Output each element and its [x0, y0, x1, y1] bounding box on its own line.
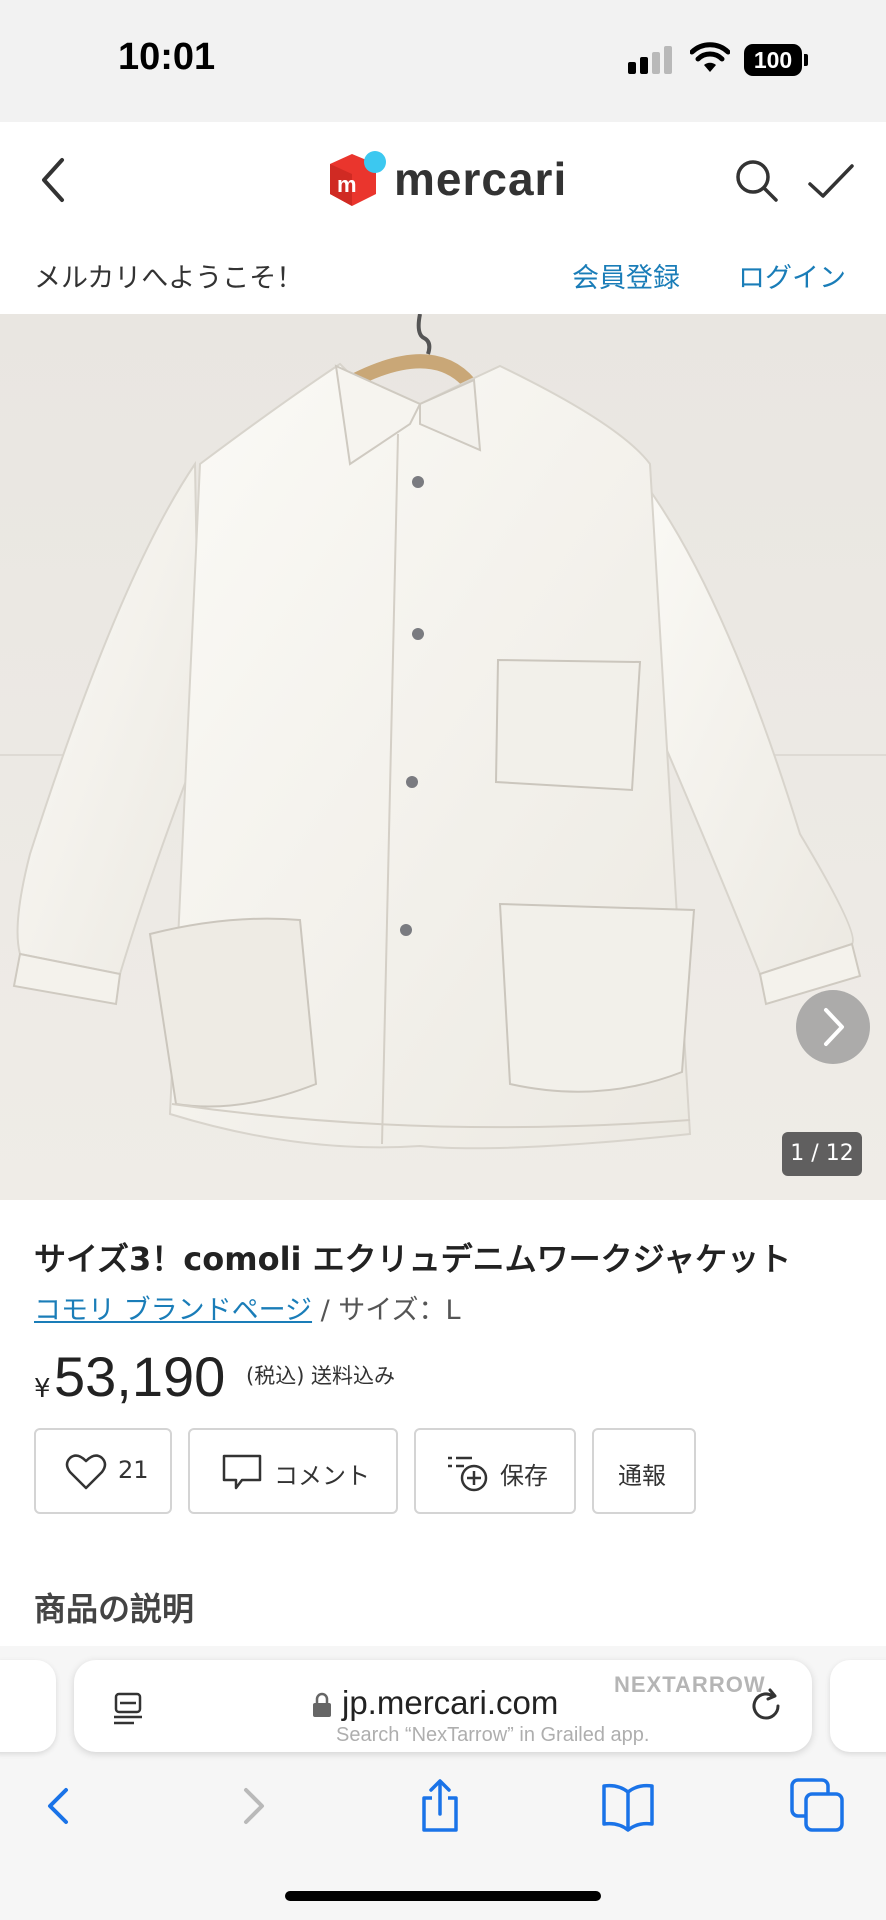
- report-button[interactable]: 通報: [592, 1428, 696, 1514]
- cellular-signal-icon: [628, 46, 674, 74]
- url-text[interactable]: jp.mercari.com: [342, 1684, 558, 1722]
- checkmark-icon[interactable]: [806, 156, 856, 206]
- watermark-caption: Search “NexTarrow” in Grailed app.: [336, 1724, 650, 1746]
- mercari-logo[interactable]: m mercari: [326, 148, 566, 212]
- add-to-list-icon: [448, 1456, 488, 1492]
- browser-forward-icon[interactable]: [222, 1776, 282, 1836]
- report-label: 通報: [618, 1462, 666, 1490]
- welcome-message: メルカリへようこそ！: [34, 263, 304, 294]
- status-bar: 10:01 100: [0, 0, 886, 122]
- svg-text:m: m: [337, 172, 357, 197]
- previous-tab-preview[interactable]: [0, 1660, 56, 1752]
- like-button[interactable]: 21: [34, 1428, 172, 1514]
- tax-shipping-note: (税込) 送料込み: [246, 1364, 396, 1388]
- app-header: m mercari: [0, 122, 886, 238]
- back-chevron-icon[interactable]: [30, 150, 80, 210]
- welcome-bar: メルカリへようこそ！ 会員登録 ログイン: [0, 238, 886, 314]
- heart-icon: [65, 1454, 107, 1490]
- next-image-button[interactable]: [796, 990, 870, 1064]
- product-title: サイズ3！comoli エクリュデニムワークジャケット: [34, 1240, 792, 1278]
- mercari-cube-logo: m: [330, 151, 386, 206]
- login-link[interactable]: ログイン: [738, 256, 846, 295]
- price-value: 53,190: [54, 1345, 226, 1408]
- tabs-icon[interactable]: [788, 1776, 848, 1836]
- next-tab-preview[interactable]: [830, 1660, 886, 1752]
- product-photo[interactable]: [0, 314, 886, 1200]
- status-time: 10:01: [118, 36, 216, 78]
- share-icon[interactable]: [410, 1776, 470, 1836]
- save-label: 保存: [500, 1462, 548, 1490]
- logo-wordmark: mercari: [394, 153, 568, 205]
- browser-back-icon[interactable]: [30, 1776, 90, 1836]
- bookmarks-icon[interactable]: [598, 1776, 658, 1836]
- home-indicator: [285, 1891, 601, 1901]
- comment-bubble-icon: [222, 1454, 262, 1490]
- save-button[interactable]: 保存: [414, 1428, 576, 1514]
- brand-page-link[interactable]: コモリ ブランドページ: [34, 1295, 312, 1326]
- search-icon[interactable]: [732, 156, 782, 206]
- lock-icon: [313, 1692, 331, 1717]
- chevron-right-icon: [824, 1008, 844, 1046]
- image-counter: 1 / 12: [782, 1132, 862, 1176]
- description-heading: 商品の説明: [34, 1590, 195, 1628]
- comment-label: コメント: [274, 1462, 370, 1490]
- currency-symbol: ¥: [34, 1374, 51, 1404]
- watermark-brand: NEXTARROW: [614, 1672, 766, 1697]
- brand-size-row: コモリ ブランドページ / サイズ：L: [34, 1288, 461, 1327]
- wifi-icon: [690, 42, 730, 72]
- jacket-image: [0, 314, 886, 1200]
- page-menu-icon[interactable]: [110, 1690, 146, 1726]
- battery-level: 100: [744, 44, 802, 76]
- battery-icon: 100: [744, 44, 808, 76]
- size-text: / サイズ：L: [312, 1295, 461, 1326]
- like-count: 21: [118, 1456, 149, 1484]
- comment-button[interactable]: コメント: [188, 1428, 398, 1514]
- register-link[interactable]: 会員登録: [572, 256, 680, 295]
